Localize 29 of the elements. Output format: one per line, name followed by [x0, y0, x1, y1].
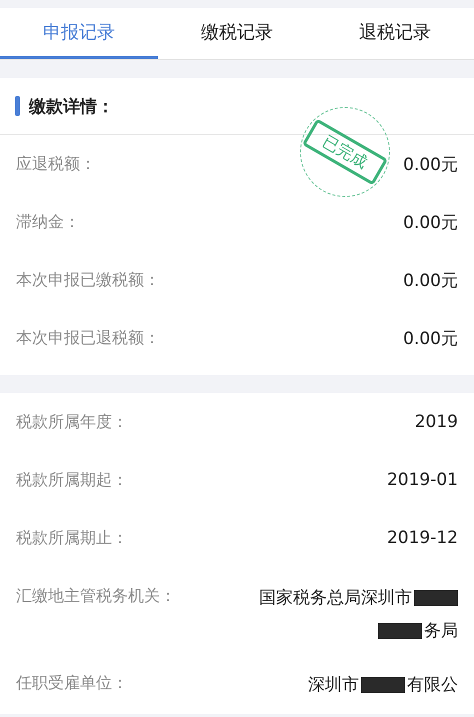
field-value: 深圳市	[308, 674, 359, 696]
redaction-mark	[361, 676, 405, 692]
redaction-mark	[414, 590, 458, 606]
field-label: 任职受雇单位：	[16, 673, 128, 694]
field-label: 本次申报已缴税额：	[16, 270, 160, 290]
field-label: 应退税额：	[16, 154, 96, 174]
field-label: 滞纳金：	[16, 212, 80, 232]
completed-stamp: 已完成	[300, 107, 390, 197]
field-label: 本次申报已退税额：	[16, 328, 160, 348]
field-value: 2019	[414, 412, 458, 432]
field-value: 0.00元	[403, 328, 458, 350]
field-value: 务局	[424, 620, 458, 642]
field-label: 税款所属年度：	[16, 412, 128, 433]
section-marker	[15, 96, 20, 116]
tab[interactable]: 退税记录	[316, 8, 474, 59]
field-value: 2019-12	[386, 528, 458, 548]
field-label: 汇缴地主管税务机关：	[16, 586, 176, 607]
field-value: 0.00元	[403, 154, 458, 176]
field-value: 0.00元	[403, 212, 458, 234]
tab[interactable]: 申报记录	[0, 8, 158, 59]
field-value: 国家税务总局深圳市	[259, 587, 412, 609]
field-label: 税款所属期止：	[16, 528, 128, 549]
field-label: 税款所属期起：	[16, 470, 128, 491]
field-value: 有限公	[407, 674, 458, 696]
field-value: 2019-01	[386, 470, 458, 490]
redaction-mark	[378, 622, 422, 638]
field-value: 0.00元	[403, 270, 458, 292]
tab[interactable]: 缴税记录	[158, 8, 316, 59]
section-title: 缴款详情：	[29, 96, 114, 118]
